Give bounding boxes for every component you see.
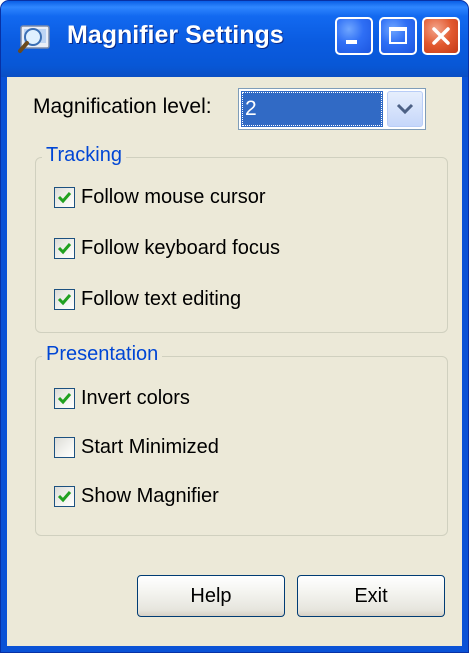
check-mark-icon [57, 243, 72, 255]
checkbox-label: Follow text editing [81, 288, 242, 310]
help-button[interactable]: Help [137, 575, 285, 617]
tracking-groupbox: Tracking Follow mouse cursor Follow keyb… [35, 144, 448, 333]
checkbox-box[interactable] [54, 187, 75, 208]
checkbox-label: Invert colors [81, 387, 190, 409]
checkbox-label: Start Minimized [81, 436, 219, 458]
magnifier-settings-window: Magnifier Settings Magnification level: … [0, 0, 469, 653]
presentation-legend: Presentation [42, 343, 163, 366]
magnification-level-dropdown[interactable]: 2 [238, 88, 426, 130]
check-mark-icon [57, 192, 72, 204]
dropdown-button[interactable] [387, 91, 423, 127]
dialog-client-area: Magnification level: 2 Tracking Follow m… [7, 77, 462, 646]
maximize-button[interactable] [379, 17, 417, 55]
minimize-button[interactable] [335, 17, 373, 55]
checkbox-label: Follow keyboard focus [81, 237, 280, 259]
checkbox-box[interactable] [54, 486, 75, 507]
close-button[interactable] [422, 17, 460, 55]
checkbox-label: Show Magnifier [81, 485, 219, 507]
check-mark-icon [57, 294, 72, 306]
tracking-legend: Tracking [42, 144, 126, 167]
follow-keyboard-focus-checkbox[interactable]: Follow keyboard focus [54, 237, 280, 260]
checkbox-box[interactable] [54, 437, 75, 458]
exit-button[interactable]: Exit [297, 575, 445, 617]
close-icon [432, 27, 450, 45]
chevron-down-icon [396, 103, 414, 115]
window-title: Magnifier Settings [67, 21, 284, 49]
start-minimized-checkbox[interactable]: Start Minimized [54, 436, 219, 459]
invert-colors-checkbox[interactable]: Invert colors [54, 387, 190, 410]
magnifier-app-icon [15, 18, 55, 58]
checkbox-box[interactable] [54, 388, 75, 409]
checkbox-label: Follow mouse cursor [81, 186, 266, 208]
minimize-icon [346, 40, 357, 44]
presentation-groupbox: Presentation Invert colors Start Minimiz… [35, 343, 448, 536]
title-bar[interactable]: Magnifier Settings [1, 1, 468, 77]
magnification-level-value[interactable]: 2 [241, 91, 383, 127]
check-mark-icon [57, 491, 72, 503]
follow-mouse-cursor-checkbox[interactable]: Follow mouse cursor [54, 186, 266, 209]
magnification-level-label: Magnification level: [33, 95, 212, 118]
checkbox-box[interactable] [54, 238, 75, 259]
show-magnifier-checkbox[interactable]: Show Magnifier [54, 485, 219, 508]
checkbox-box[interactable] [54, 289, 75, 310]
check-mark-icon [57, 393, 72, 405]
maximize-icon [389, 27, 407, 44]
follow-text-editing-checkbox[interactable]: Follow text editing [54, 288, 241, 311]
